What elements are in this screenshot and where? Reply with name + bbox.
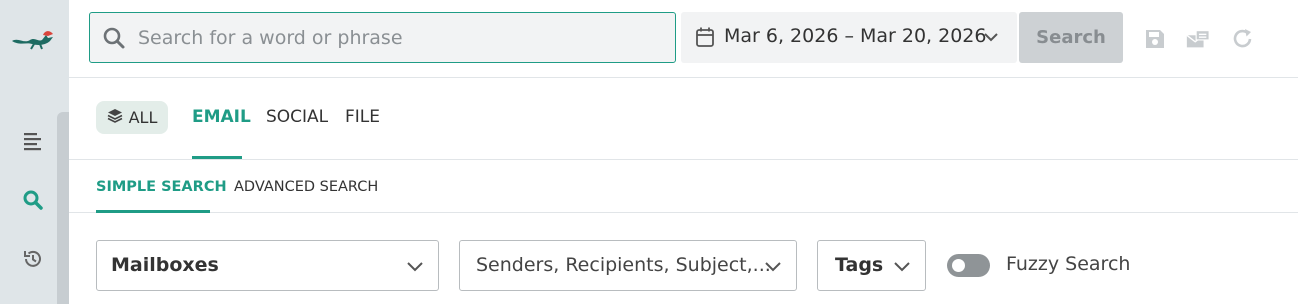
redo-icon[interactable] bbox=[1230, 26, 1256, 52]
chevron-down-icon bbox=[893, 258, 911, 278]
mailboxes-label: Mailboxes bbox=[111, 254, 219, 276]
search-icon[interactable] bbox=[18, 185, 48, 215]
top-bar: Mar 6, 2026 – Mar 20, 2026 Search bbox=[69, 0, 1298, 78]
menu-lines-icon[interactable] bbox=[18, 126, 48, 156]
tab-active-indicator bbox=[192, 156, 242, 159]
subtab-active-indicator bbox=[96, 210, 210, 213]
magnifier-icon bbox=[90, 26, 138, 50]
fuzzy-search-label: Fuzzy Search bbox=[1006, 253, 1131, 275]
tab-social[interactable]: SOCIAL bbox=[266, 107, 328, 127]
search-mode-tabs: SIMPLE SEARCH ADVANCED SEARCH bbox=[69, 161, 1298, 213]
tags-dropdown[interactable]: Tags bbox=[817, 240, 926, 291]
sidebar bbox=[0, 0, 69, 304]
calendar-icon bbox=[695, 26, 715, 52]
tab-simple-search[interactable]: SIMPLE SEARCH bbox=[96, 179, 227, 195]
chevron-down-icon bbox=[983, 29, 999, 49]
history-icon[interactable] bbox=[18, 244, 48, 274]
save-icon[interactable] bbox=[1142, 26, 1168, 52]
toggle-knob bbox=[952, 259, 965, 272]
content-type-tabs: ALL EMAIL SOCIAL FILE bbox=[69, 79, 1298, 160]
tags-label: Tags bbox=[835, 254, 884, 276]
fuzzy-search-toggle[interactable] bbox=[947, 254, 990, 277]
sidebar-scrollbar[interactable] bbox=[57, 112, 69, 304]
mail-stack-icon[interactable] bbox=[1185, 26, 1211, 52]
date-range-value: Mar 6, 2026 – Mar 20, 2026 bbox=[724, 25, 987, 47]
fields-label: Senders, Recipients, Subject,... bbox=[476, 254, 771, 276]
search-field[interactable] bbox=[89, 12, 676, 63]
tab-all[interactable]: ALL bbox=[96, 101, 168, 134]
search-input[interactable] bbox=[138, 26, 658, 49]
chevron-down-icon bbox=[406, 258, 424, 278]
fox-logo-icon[interactable] bbox=[10, 24, 56, 54]
mailboxes-dropdown[interactable]: Mailboxes bbox=[96, 240, 439, 291]
tab-email[interactable]: EMAIL bbox=[192, 107, 251, 127]
chevron-down-icon bbox=[764, 258, 782, 278]
tab-advanced-search[interactable]: ADVANCED SEARCH bbox=[234, 179, 378, 195]
tab-file[interactable]: FILE bbox=[345, 107, 380, 127]
tab-all-label: ALL bbox=[128, 108, 158, 127]
layers-icon bbox=[107, 108, 123, 128]
date-range-picker[interactable]: Mar 6, 2026 – Mar 20, 2026 bbox=[681, 12, 1017, 63]
fields-dropdown[interactable]: Senders, Recipients, Subject,... bbox=[459, 240, 797, 291]
search-button[interactable]: Search bbox=[1019, 12, 1123, 63]
